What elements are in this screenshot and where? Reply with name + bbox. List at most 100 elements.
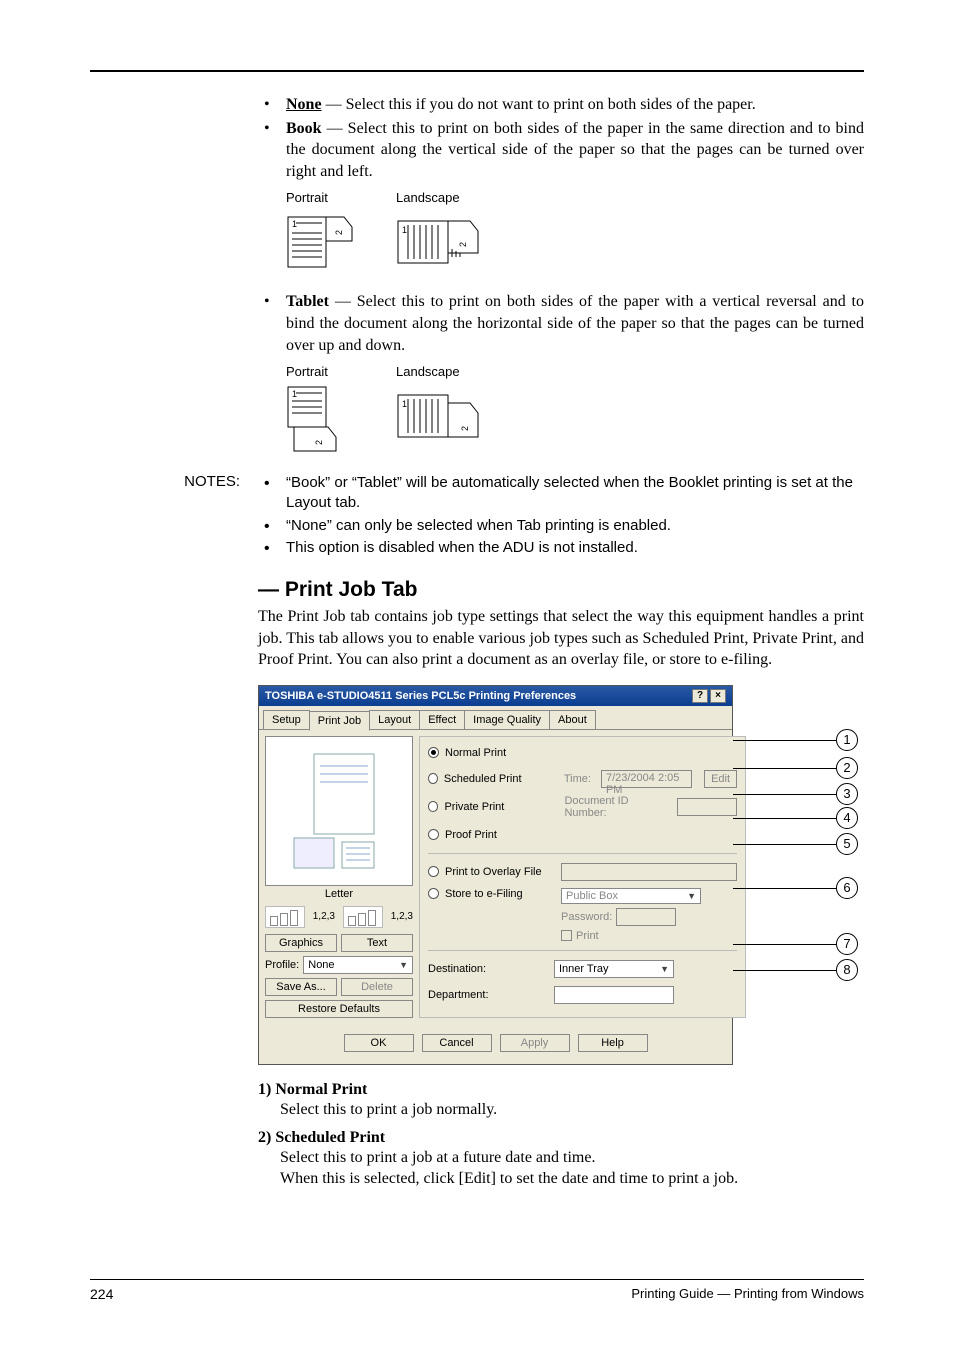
callout-7: 7 bbox=[836, 933, 858, 955]
option-book-term: Book bbox=[286, 120, 322, 137]
profile-value: None bbox=[308, 959, 334, 971]
callout-6: 6 bbox=[836, 877, 858, 899]
overlay-field[interactable] bbox=[561, 863, 737, 881]
printing-preferences-screenshot: TOSHIBA e-STUDIO4511 Series PCL5c Printi… bbox=[258, 685, 858, 1065]
footer-text: Printing Guide — Printing from Windows bbox=[631, 1286, 864, 1302]
note-1: “Book” or “Tablet” will be automatically… bbox=[258, 473, 864, 514]
restore-defaults-button[interactable]: Restore Defaults bbox=[265, 1000, 413, 1018]
svg-text:2: 2 bbox=[458, 242, 468, 247]
option-none-text: — Select this if you do not want to prin… bbox=[322, 96, 756, 113]
radio-icon bbox=[428, 773, 438, 784]
opt-proof-print[interactable]: Proof Print bbox=[428, 825, 737, 845]
profile-select[interactable]: None ▼ bbox=[303, 956, 413, 974]
opt-store-efiling[interactable]: Store to e-Filing Public Box ▼ Password: bbox=[428, 888, 737, 942]
password-label: Password: bbox=[561, 911, 612, 923]
book-landscape-icon: 1 2 bbox=[396, 211, 482, 273]
callout-5: 5 bbox=[836, 833, 858, 855]
tab-layout[interactable]: Layout bbox=[369, 710, 420, 729]
password-field[interactable] bbox=[616, 908, 676, 926]
store-box-value: Public Box bbox=[566, 890, 618, 902]
apply-button[interactable]: Apply bbox=[500, 1034, 570, 1052]
tablet-portrait-label: Portrait bbox=[286, 364, 328, 379]
def2-num: 2) bbox=[258, 1129, 271, 1146]
tablet-landscape-label: Landscape bbox=[396, 364, 460, 379]
department-label: Department: bbox=[428, 989, 548, 1001]
collate-label-b: 1,2,3 bbox=[391, 911, 413, 922]
tablet-landscape-icon: 1 2 bbox=[396, 385, 482, 447]
option-tablet: Tablet — Select this to print on both si… bbox=[258, 291, 864, 356]
radio-icon bbox=[428, 866, 439, 877]
store-box-select[interactable]: Public Box ▼ bbox=[561, 888, 701, 904]
department-field[interactable] bbox=[554, 986, 674, 1004]
option-tablet-term: Tablet bbox=[286, 293, 329, 310]
tab-about[interactable]: About bbox=[549, 710, 596, 729]
cancel-button[interactable]: Cancel bbox=[422, 1034, 492, 1052]
delete-button[interactable]: Delete bbox=[341, 978, 413, 996]
note-2: “None” can only be selected when Tab pri… bbox=[258, 516, 864, 536]
close-icon[interactable]: × bbox=[710, 689, 726, 703]
edit-button[interactable]: Edit bbox=[704, 770, 737, 788]
paper-caption: Letter bbox=[265, 886, 413, 902]
def1-num: 1) bbox=[258, 1081, 271, 1098]
opt-private-label: Private Print bbox=[444, 801, 554, 813]
destination-value: Inner Tray bbox=[559, 963, 609, 975]
callout-3: 3 bbox=[836, 783, 858, 805]
graphics-button[interactable]: Graphics bbox=[265, 934, 337, 952]
collate-icon-b bbox=[343, 906, 383, 928]
opt-proof-label: Proof Print bbox=[445, 829, 497, 841]
radio-icon bbox=[428, 801, 438, 812]
docid-field[interactable] bbox=[677, 798, 737, 816]
note-3: This option is disabled when the ADU is … bbox=[258, 538, 864, 558]
department-row: Department: bbox=[428, 985, 737, 1005]
tablet-diagram: Portrait 1 2 Landscape bbox=[286, 364, 864, 455]
book-landscape-label: Landscape bbox=[396, 190, 460, 205]
tab-effect[interactable]: Effect bbox=[419, 710, 465, 729]
tab-strip: Setup Print Job Layout Effect Image Qual… bbox=[259, 706, 732, 730]
callout-1: 1 bbox=[836, 729, 858, 751]
time-field[interactable]: 7/23/2004 2:05 PM bbox=[601, 770, 692, 788]
saveas-button[interactable]: Save As... bbox=[265, 978, 337, 996]
svg-text:2: 2 bbox=[334, 230, 344, 235]
book-portrait-label: Portrait bbox=[286, 190, 328, 205]
ok-button[interactable]: OK bbox=[344, 1034, 414, 1052]
dialog-titlebar: TOSHIBA e-STUDIO4511 Series PCL5c Printi… bbox=[259, 686, 732, 706]
docid-label: Document ID Number: bbox=[564, 795, 667, 819]
definition-2: 2) Scheduled Print Select this to print … bbox=[258, 1129, 864, 1190]
printing-preferences-dialog: TOSHIBA e-STUDIO4511 Series PCL5c Printi… bbox=[258, 685, 733, 1065]
tab-printjob[interactable]: Print Job bbox=[309, 711, 370, 731]
opt-scheduled-print[interactable]: Scheduled Print Time: 7/23/2004 2:05 PM … bbox=[428, 769, 737, 789]
text-button[interactable]: Text bbox=[341, 934, 413, 952]
option-tablet-text: — Select this to print on both sides of … bbox=[286, 293, 864, 353]
collate-icon-a bbox=[265, 906, 305, 928]
print-chk-label: Print bbox=[576, 930, 599, 942]
page-number: 224 bbox=[90, 1286, 113, 1302]
chevron-down-icon: ▼ bbox=[687, 891, 696, 901]
tab-setup[interactable]: Setup bbox=[263, 710, 310, 729]
svg-text:1: 1 bbox=[292, 389, 297, 399]
opt-scheduled-label: Scheduled Print bbox=[444, 773, 554, 785]
duplex-options-list: None — Select this if you do not want to… bbox=[258, 94, 864, 182]
print-checkbox[interactable] bbox=[561, 930, 572, 941]
radio-icon bbox=[428, 747, 439, 758]
page-footer: 224 Printing Guide — Printing from Windo… bbox=[90, 1279, 864, 1302]
opt-normal-label: Normal Print bbox=[445, 747, 506, 759]
option-book-text: — Select this to print on both sides of … bbox=[286, 120, 864, 180]
opt-normal-print[interactable]: Normal Print bbox=[428, 743, 737, 763]
svg-text:1: 1 bbox=[402, 399, 407, 409]
help-button[interactable]: Help bbox=[578, 1034, 648, 1052]
collate-label-a: 1,2,3 bbox=[313, 911, 335, 922]
help-icon[interactable]: ? bbox=[692, 689, 708, 703]
tab-imagequality[interactable]: Image Quality bbox=[464, 710, 550, 729]
opt-overlay[interactable]: Print to Overlay File bbox=[428, 862, 737, 882]
notes-block: NOTES: “Book” or “Tablet” will be automa… bbox=[90, 473, 864, 560]
destination-select[interactable]: Inner Tray ▼ bbox=[554, 960, 674, 978]
dialog-title: TOSHIBA e-STUDIO4511 Series PCL5c Printi… bbox=[265, 690, 576, 702]
callout-2: 2 bbox=[836, 757, 858, 779]
book-portrait-icon: 1 2 bbox=[286, 211, 356, 273]
opt-private-print[interactable]: Private Print Document ID Number: bbox=[428, 795, 737, 819]
option-book: Book — Select this to print on both side… bbox=[258, 118, 864, 183]
callout-8: 8 bbox=[836, 959, 858, 981]
definition-1: 1) Normal Print Select this to print a j… bbox=[258, 1081, 864, 1121]
option-none-term: None bbox=[286, 96, 322, 113]
time-label: Time: bbox=[564, 773, 591, 785]
